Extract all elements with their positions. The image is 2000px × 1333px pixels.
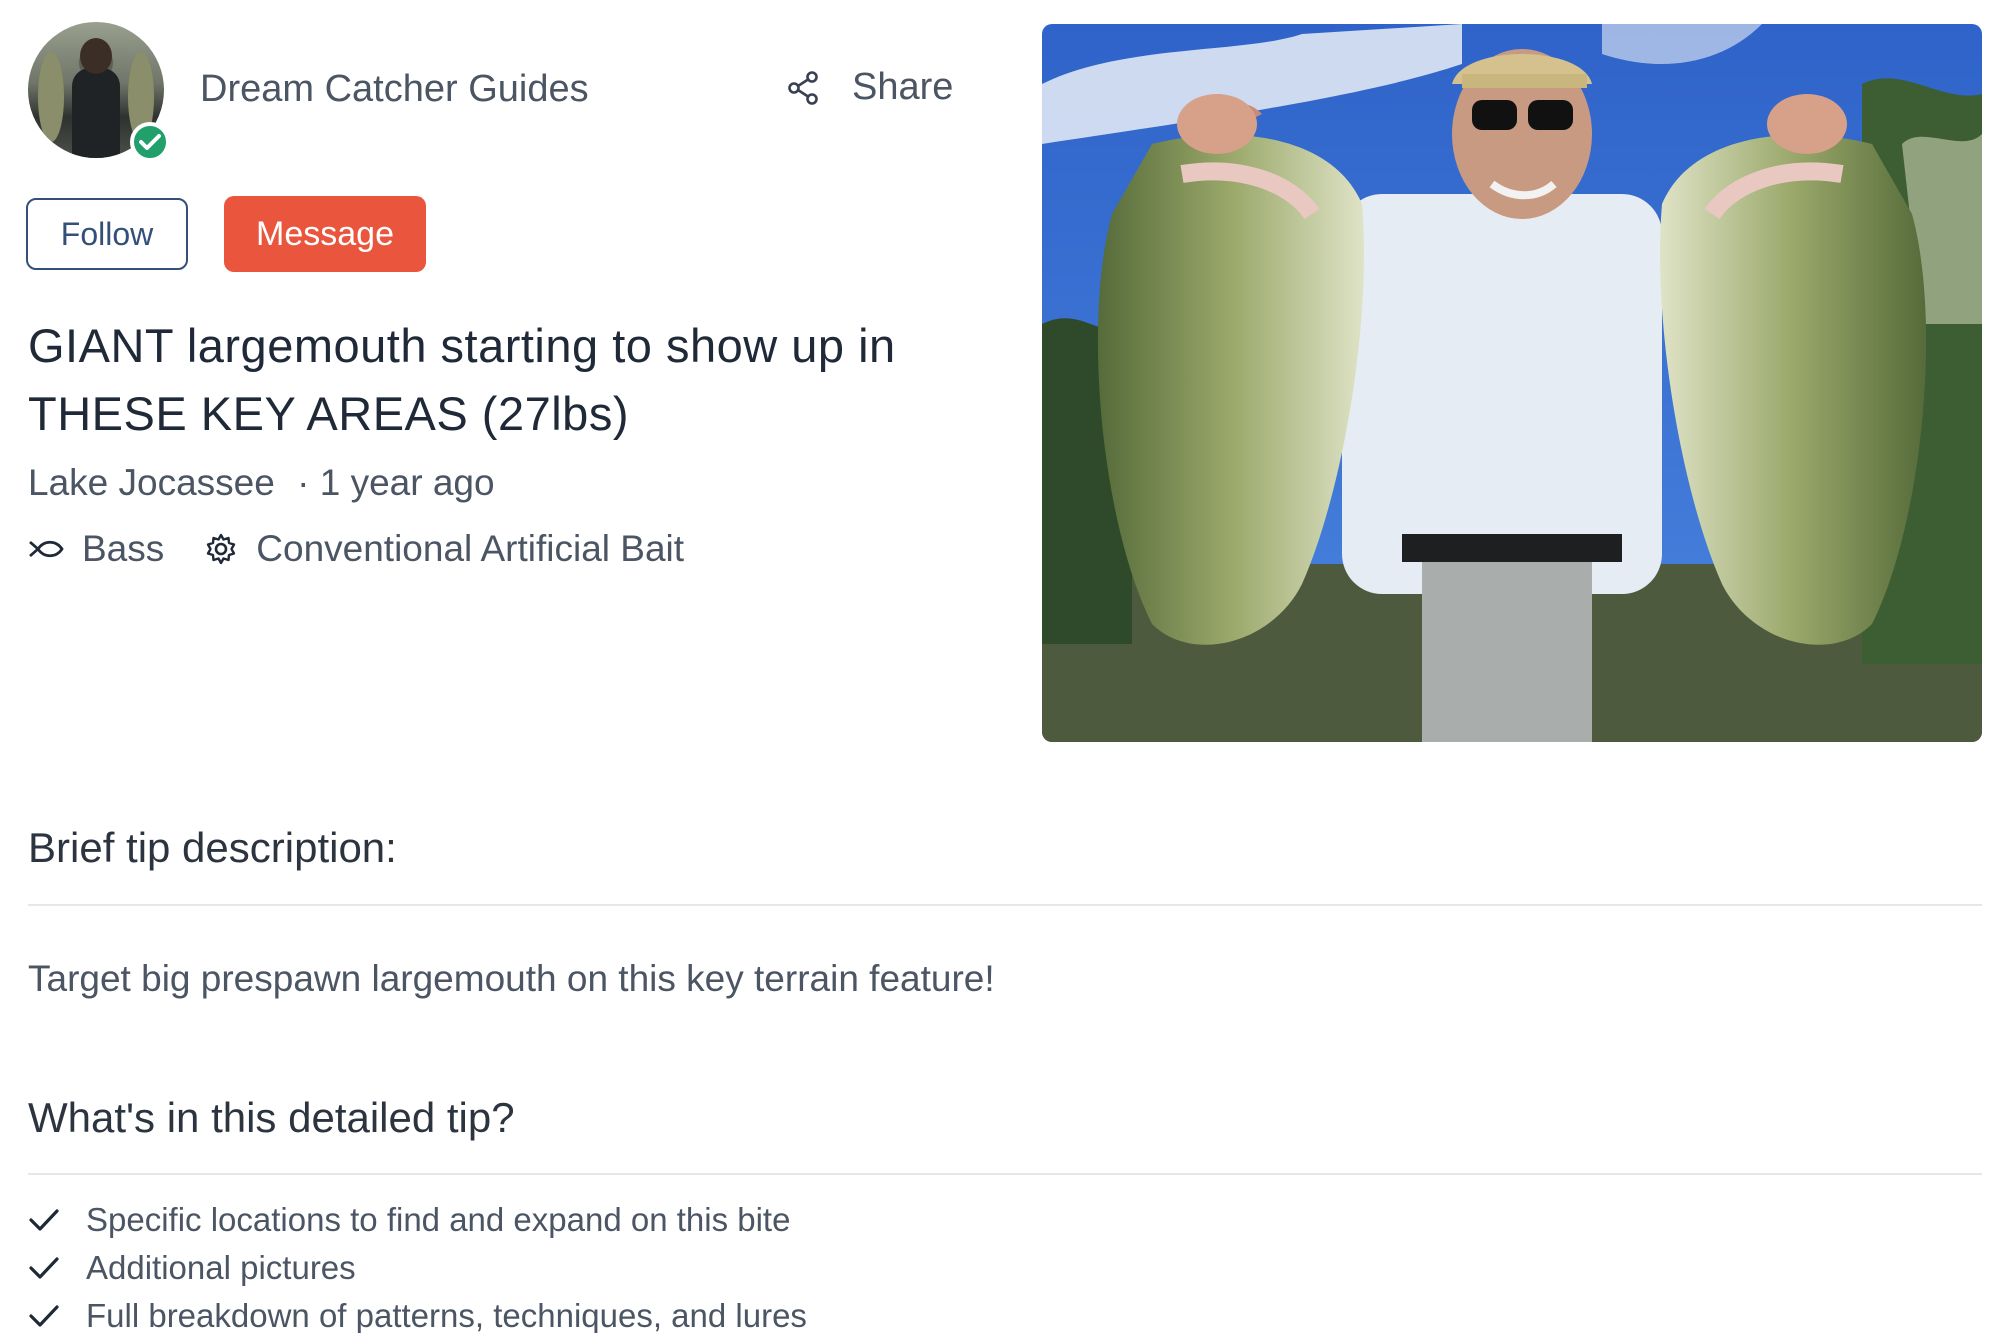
brief-text: Target big prespawn largemouth on this k… [28, 958, 995, 999]
gear-icon [207, 533, 236, 565]
message-button[interactable]: Message [224, 196, 426, 272]
details-list: Specific locations to find and expand on… [28, 1196, 807, 1333]
details-heading: What's in this detailed tip? [28, 1094, 515, 1141]
fish-catch-image [1042, 24, 1982, 742]
check-icon [29, 1257, 59, 1279]
species-tag: Bass [28, 528, 164, 570]
author-name[interactable]: Dream Catcher Guides [200, 68, 589, 111]
location-link[interactable]: Lake Jocassee [28, 462, 275, 503]
species-label: Bass [82, 528, 165, 569]
check-icon [29, 1305, 59, 1327]
tip-photo[interactable] [1042, 24, 1982, 742]
bait-tag: Conventional Artificial Bait [204, 528, 684, 570]
share-icon [788, 70, 818, 105]
bait-label: Conventional Artificial Bait [256, 528, 685, 569]
check-icon [29, 1209, 59, 1231]
tip-title: GIANT largemouth starting to show up in … [28, 319, 896, 440]
author-header: Dream Catcher Guides Share [28, 22, 988, 162]
fish-icon [29, 540, 64, 558]
share-button[interactable]: Share [786, 66, 953, 109]
brief-heading: Brief tip description: [28, 824, 397, 871]
list-item: Additional pictures [28, 1244, 807, 1292]
share-label: Share [852, 66, 954, 108]
list-item: Specific locations to find and expand on… [28, 1196, 807, 1244]
list-item: Full breakdown of patterns, techniques, … [28, 1292, 807, 1333]
divider [28, 1173, 1982, 1175]
verified-badge-icon [130, 122, 170, 162]
follow-button[interactable]: Follow [26, 198, 188, 270]
tip-meta: Lake Jocassee · 1 year ago [28, 462, 495, 504]
divider [28, 904, 1982, 906]
time-ago: · 1 year ago [297, 462, 495, 503]
tip-tags: Bass Conventional Artificial Bait [28, 528, 724, 570]
